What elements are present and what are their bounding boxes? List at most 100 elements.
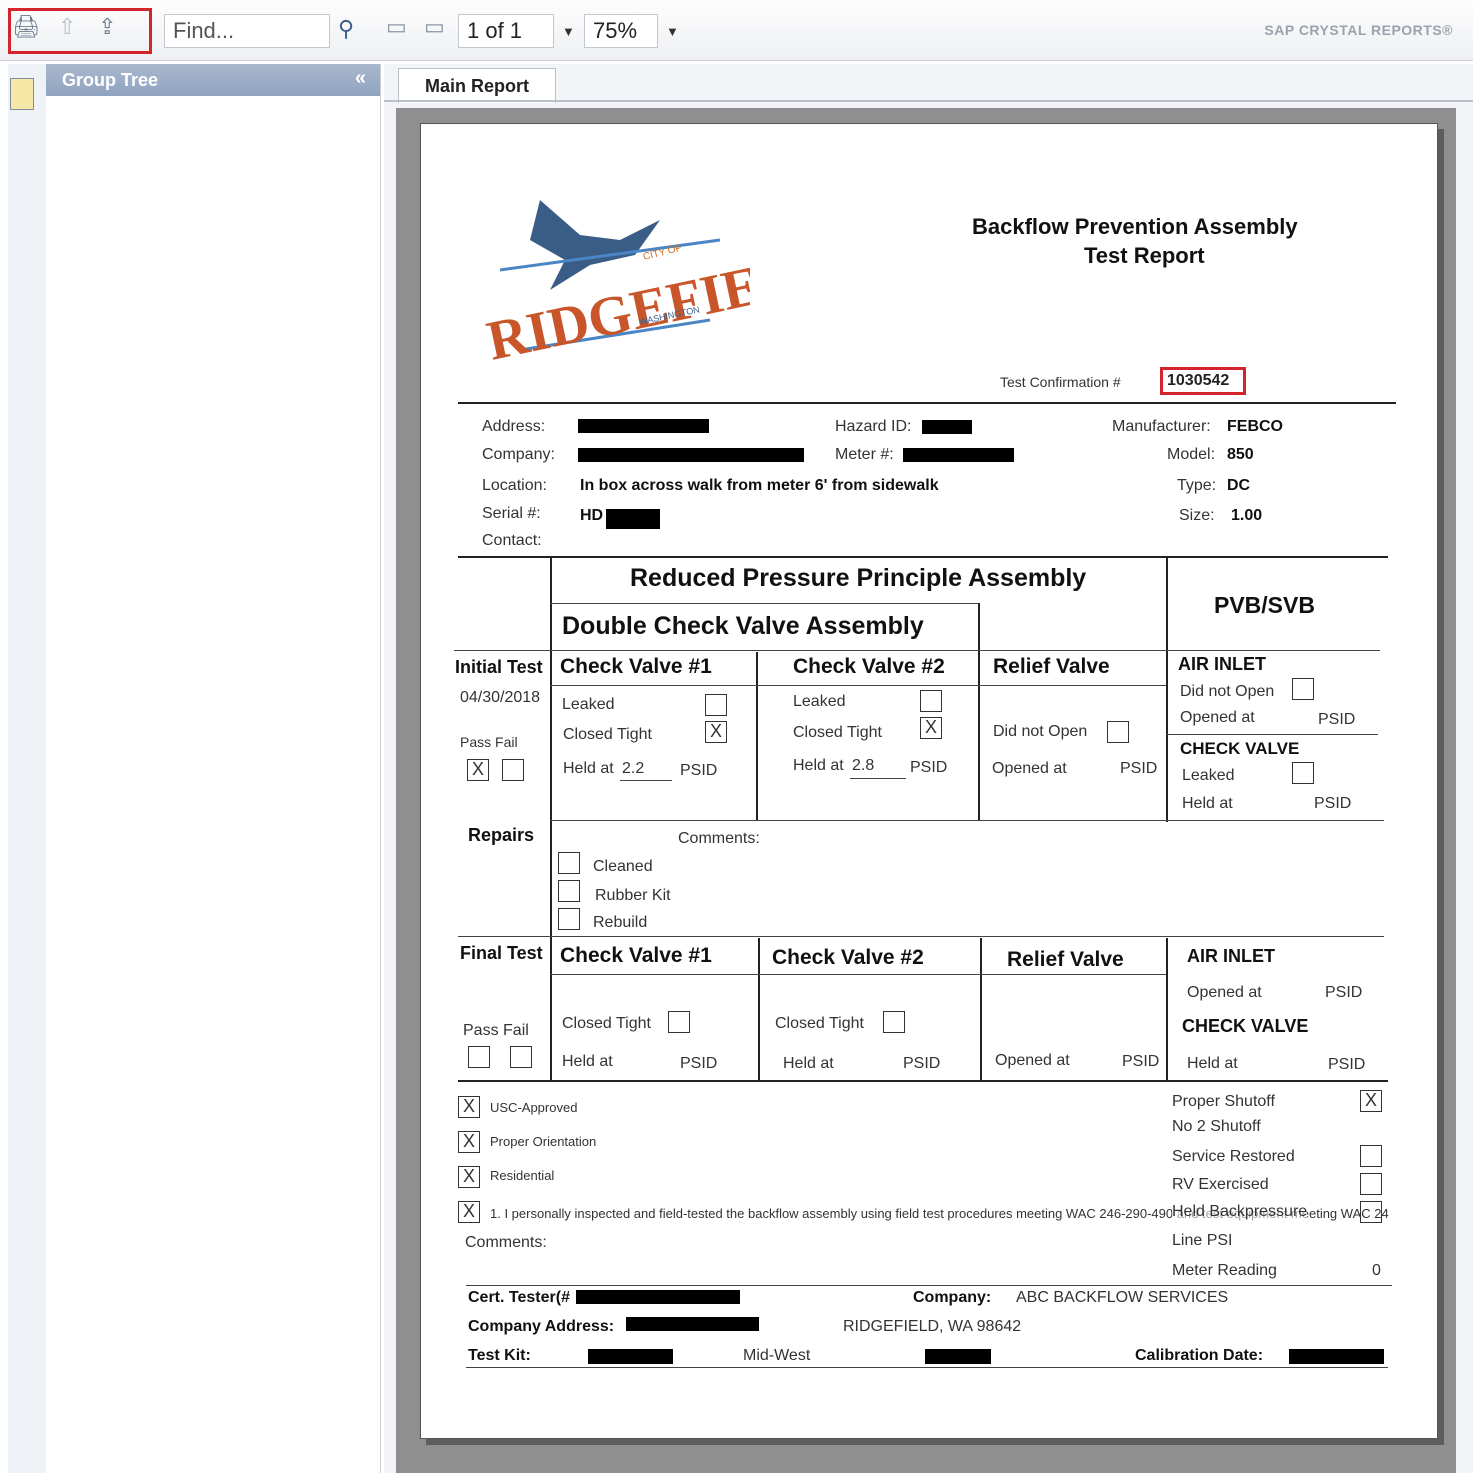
rv-psid: PSID bbox=[1120, 760, 1158, 777]
usc-label: USC-Approved bbox=[490, 1100, 578, 1115]
held-backpressure-checkbox[interactable] bbox=[1360, 1201, 1382, 1223]
pvb-psid: PSID bbox=[1314, 795, 1352, 812]
redaction bbox=[588, 1349, 673, 1364]
export-highlight bbox=[8, 8, 152, 54]
final-cv1-held-label: Held at bbox=[562, 1053, 613, 1070]
pvb-check-valve-header: CHECK VALVE bbox=[1180, 739, 1300, 758]
rebuild-checkbox[interactable] bbox=[558, 908, 580, 930]
final-cv1-closed-label: Closed Tight bbox=[562, 1015, 651, 1032]
location-label: Location: bbox=[482, 477, 547, 494]
proper-shutoff-checkbox[interactable]: X bbox=[1360, 1090, 1382, 1112]
underline bbox=[620, 780, 672, 781]
report-title: Backflow Prevention Assembly bbox=[972, 214, 1298, 239]
ai-psid: PSID bbox=[1318, 711, 1356, 728]
find-input[interactable]: Find... bbox=[164, 14, 330, 48]
report-subtitle: Test Report bbox=[1084, 243, 1205, 268]
side-toolbar bbox=[8, 64, 47, 1473]
cv2-leaked-checkbox[interactable] bbox=[920, 690, 942, 712]
rv-did-not-open-checkbox[interactable] bbox=[1107, 721, 1129, 743]
redaction bbox=[578, 448, 804, 462]
final-pass-checkbox[interactable] bbox=[468, 1046, 490, 1068]
final-test-label: Final Test bbox=[460, 943, 543, 963]
final-cvpvb-held-label: Held at bbox=[1187, 1055, 1238, 1072]
binoculars-icon[interactable]: ⚲ bbox=[338, 16, 354, 42]
page-dropdown-icon[interactable]: ▼ bbox=[562, 24, 575, 39]
divider bbox=[454, 650, 1380, 651]
redaction bbox=[903, 448, 1014, 462]
cv1-psid: PSID bbox=[680, 762, 718, 779]
cv1-held-value: 2.2 bbox=[622, 760, 645, 777]
no2-shutoff-label: No 2 Shutoff bbox=[1172, 1118, 1261, 1135]
rubber-kit-checkbox[interactable] bbox=[558, 880, 580, 902]
initial-pass-checkbox[interactable]: X bbox=[467, 759, 489, 781]
cv2-closed-label: Closed Tight bbox=[793, 724, 882, 741]
logo-city-of: CITY OF bbox=[642, 243, 683, 263]
divider bbox=[458, 936, 1384, 937]
divider bbox=[458, 556, 1388, 558]
final-ai-psid: PSID bbox=[1325, 984, 1363, 1001]
company-label: Company: bbox=[482, 446, 555, 463]
final-cv2-closed-label: Closed Tight bbox=[775, 1015, 864, 1032]
rv-exercised-label: RV Exercised bbox=[1172, 1176, 1269, 1193]
rv-exercised-checkbox[interactable] bbox=[1360, 1173, 1382, 1195]
size-value: 1.00 bbox=[1231, 507, 1263, 524]
grid-line bbox=[980, 938, 982, 1082]
toolbar: 🖨 ⇧ ⇪ Find... ⚲ ▭ ▭ 1 of 1 ▼ 75% ▼ SAP C… bbox=[0, 0, 1473, 61]
group-tree-panel: Group Tree « bbox=[46, 64, 381, 1473]
divider bbox=[466, 1285, 1392, 1286]
zoom-dropdown-icon[interactable]: ▼ bbox=[666, 24, 679, 39]
grid-line bbox=[1166, 556, 1168, 822]
page-number-field[interactable]: 1 of 1 bbox=[458, 14, 554, 48]
rebuild-label: Rebuild bbox=[593, 914, 648, 931]
type-label: Type: bbox=[1177, 477, 1217, 494]
cv2-closed-checkbox[interactable]: X bbox=[920, 717, 942, 739]
final-cv1-closed-checkbox[interactable] bbox=[668, 1011, 690, 1033]
proper-shutoff-label: Proper Shutoff bbox=[1172, 1093, 1275, 1110]
final-fail-checkbox[interactable] bbox=[510, 1046, 532, 1068]
zoom-field[interactable]: 75% bbox=[584, 14, 658, 48]
location-value: In box across walk from meter 6' from si… bbox=[580, 477, 939, 494]
service-restored-checkbox[interactable] bbox=[1360, 1145, 1382, 1167]
model-label: Model: bbox=[1167, 446, 1216, 463]
next-page-icon[interactable]: ▭ bbox=[386, 14, 407, 40]
meter-label: Meter #: bbox=[835, 446, 894, 463]
hazard-label: Hazard ID: bbox=[835, 418, 912, 435]
cv2-held-label: Held at bbox=[793, 757, 844, 774]
residential-label: Residential bbox=[490, 1168, 555, 1183]
cleaned-checkbox[interactable] bbox=[558, 852, 580, 874]
final-air-inlet-header: AIR INLET bbox=[1187, 946, 1275, 966]
meter-reading-label: Meter Reading bbox=[1172, 1262, 1277, 1279]
collapse-icon[interactable]: « bbox=[355, 62, 366, 94]
final-rv-opened-label: Opened at bbox=[995, 1052, 1070, 1069]
orientation-checkbox[interactable]: X bbox=[458, 1131, 480, 1153]
rv-opened-at-label: Opened at bbox=[992, 760, 1067, 777]
final-cv2-closed-checkbox[interactable] bbox=[883, 1011, 905, 1033]
cleaned-label: Cleaned bbox=[593, 858, 653, 875]
initial-cv2-header: Check Valve #2 bbox=[793, 655, 945, 678]
cv1-closed-checkbox[interactable]: X bbox=[705, 721, 727, 743]
redaction bbox=[626, 1317, 759, 1331]
redaction bbox=[925, 1349, 991, 1364]
pvb-held-label: Held at bbox=[1182, 795, 1233, 812]
air-inlet-header: AIR INLET bbox=[1178, 654, 1266, 674]
dcva-header: Double Check Valve Assembly bbox=[562, 612, 924, 640]
ridgefield-logo: CITY OF RIDGEFIELD WASHINGTON bbox=[482, 200, 750, 373]
usc-checkbox[interactable]: X bbox=[458, 1096, 480, 1118]
final-rv-header: Relief Valve bbox=[1007, 948, 1124, 971]
cert-tester-label: Cert. Tester(# bbox=[468, 1289, 570, 1306]
company-address-label: Company Address: bbox=[468, 1318, 615, 1335]
redaction bbox=[606, 509, 660, 529]
cv1-leaked-checkbox[interactable] bbox=[705, 694, 727, 716]
ai-did-not-open-checkbox[interactable] bbox=[1292, 678, 1314, 700]
last-page-icon[interactable]: ▭ bbox=[424, 14, 445, 40]
residential-checkbox[interactable]: X bbox=[458, 1166, 480, 1188]
manufacturer-label: Manufacturer: bbox=[1112, 418, 1211, 435]
pvb-leaked-checkbox[interactable] bbox=[1292, 762, 1314, 784]
initial-test-label: Initial Test bbox=[455, 657, 543, 677]
certification-checkbox[interactable]: X bbox=[458, 1201, 480, 1223]
redaction bbox=[578, 419, 709, 433]
initial-fail-checkbox[interactable] bbox=[502, 759, 524, 781]
pvb-leaked-label: Leaked bbox=[1182, 767, 1235, 784]
group-tree-icon[interactable] bbox=[10, 78, 34, 110]
tab-main-report[interactable]: Main Report bbox=[398, 68, 556, 103]
